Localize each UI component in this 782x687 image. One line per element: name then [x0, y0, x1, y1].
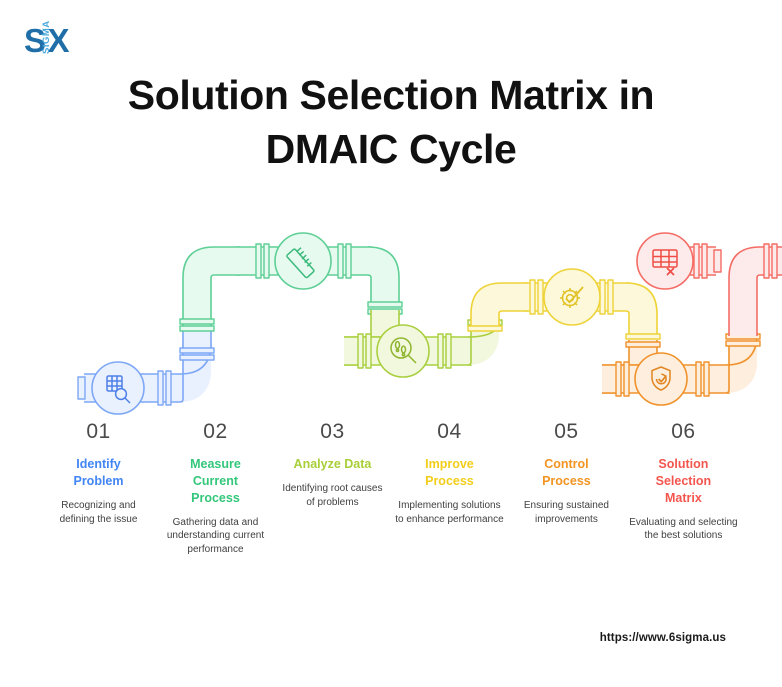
footer-url: https://www.6sigma.us [599, 632, 726, 644]
page-title-line-2: DMAIC Cycle [265, 126, 517, 173]
step-number: 05 [554, 420, 579, 443]
steps-list: 01 Identify Problem Recognizing and defi… [40, 420, 742, 557]
brand-logo: S SIGMA X [24, 20, 70, 56]
step-title: Improve Process [395, 456, 504, 490]
step-description: Recognizing and defining the issue [59, 499, 138, 525]
step-title-line-1: Analyze Data [293, 457, 372, 471]
step-number: 06 [671, 420, 696, 443]
step-title-line-2: Current [192, 473, 239, 488]
step-title-line-1: Measure [190, 457, 241, 471]
step-title-line-3: Matrix [665, 490, 702, 505]
step-title-line-1: Control [544, 457, 589, 471]
step-title-line-1: Improve [425, 457, 474, 471]
step-title-line-2: Process [425, 473, 474, 488]
step-title: Control Process [512, 456, 621, 490]
gauge-solution-selection-matrix [636, 232, 694, 290]
step-title-line-2: Process [542, 473, 591, 488]
logo-sigma-text: SIGMA [41, 20, 53, 54]
step-identify-problem: 01 Identify Problem Recognizing and defi… [40, 420, 157, 526]
step-description: Gathering data and understanding current… [166, 516, 265, 556]
pipeline-svg-overlay-right [636, 232, 722, 290]
step-description: Implementing solutions to enhance perfor… [395, 499, 504, 525]
step-description: Identifying root causes of problems [282, 482, 383, 508]
step-title: Solution Selection Matrix [629, 456, 738, 507]
step-title: Analyze Data [278, 456, 387, 473]
page-title-line-1: Solution Selection Matrix in [127, 72, 655, 118]
step-number: 01 [86, 420, 111, 443]
step-title-line-1: Identify [76, 457, 121, 471]
pipeline-diagram [0, 230, 782, 430]
step-solution-selection-matrix: 06 Solution Selection Matrix Evaluating … [625, 420, 742, 543]
step-number: 02 [203, 420, 228, 443]
step-title-line-2: Problem [73, 473, 124, 488]
step-improve-process: 04 Improve Process Implementing solution… [391, 420, 508, 526]
step-number: 04 [437, 420, 462, 443]
step-title: Identify Problem [44, 456, 153, 490]
step-number: 03 [320, 420, 345, 443]
step-measure-current-process: 02 Measure Current Process Gathering dat… [157, 420, 274, 557]
page-title: Solution Selection Matrix in DMAIC Cycle [0, 68, 782, 176]
step-title: Measure Current Process [161, 456, 270, 507]
step-control-process: 05 Control Process Ensuring sustained im… [508, 420, 625, 526]
step-description: Ensuring sustained improvements [523, 499, 609, 525]
step-description: Evaluating and selecting the best soluti… [629, 516, 738, 542]
step-analyze-data: 03 Analyze Data Identifying root causes … [274, 420, 391, 509]
step-title-line-1: Solution [658, 457, 709, 471]
step-title-line-2: Selection [655, 473, 712, 488]
step-title-line-3: Process [191, 490, 240, 505]
